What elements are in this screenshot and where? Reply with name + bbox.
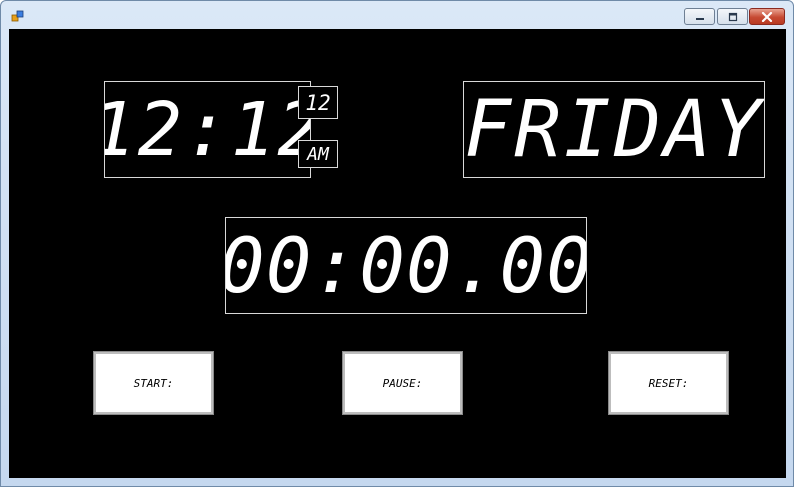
hour-format-label: 12 [305,90,331,115]
am-pm-label: AM [307,143,329,165]
hour-format-toggle[interactable]: 12 [298,86,338,119]
reset-button-label: RESET: [648,376,689,390]
maximize-button[interactable] [717,8,748,25]
start-button-label: START: [133,376,174,390]
minimize-button[interactable] [684,8,715,25]
maximize-icon [728,12,737,21]
pause-button-label: PAUSE: [382,376,423,390]
app-window: 12:12 12 AM FRIDAY 00:00.00 START: PAUSE… [0,0,794,487]
close-icon [761,11,773,22]
stopwatch-display: 00:00.00 [225,217,587,314]
day-display: FRIDAY [463,81,765,178]
clock-time: 12:12 [105,86,311,173]
day-name: FRIDAY [464,84,764,175]
start-button[interactable]: START: [93,351,214,415]
am-pm-indicator: AM [298,140,338,168]
reset-button[interactable]: RESET: [608,351,729,415]
pause-button[interactable]: PAUSE: [342,351,463,415]
clock-panel: 12:12 12 AM FRIDAY 00:00.00 START: PAUSE… [9,29,786,478]
clock-display: 12:12 [104,81,311,178]
minimize-icon [695,17,704,20]
close-button[interactable] [749,8,785,25]
stopwatch-time: 00:00.00 [225,221,587,310]
app-icon [11,10,24,22]
title-bar[interactable] [1,1,793,29]
